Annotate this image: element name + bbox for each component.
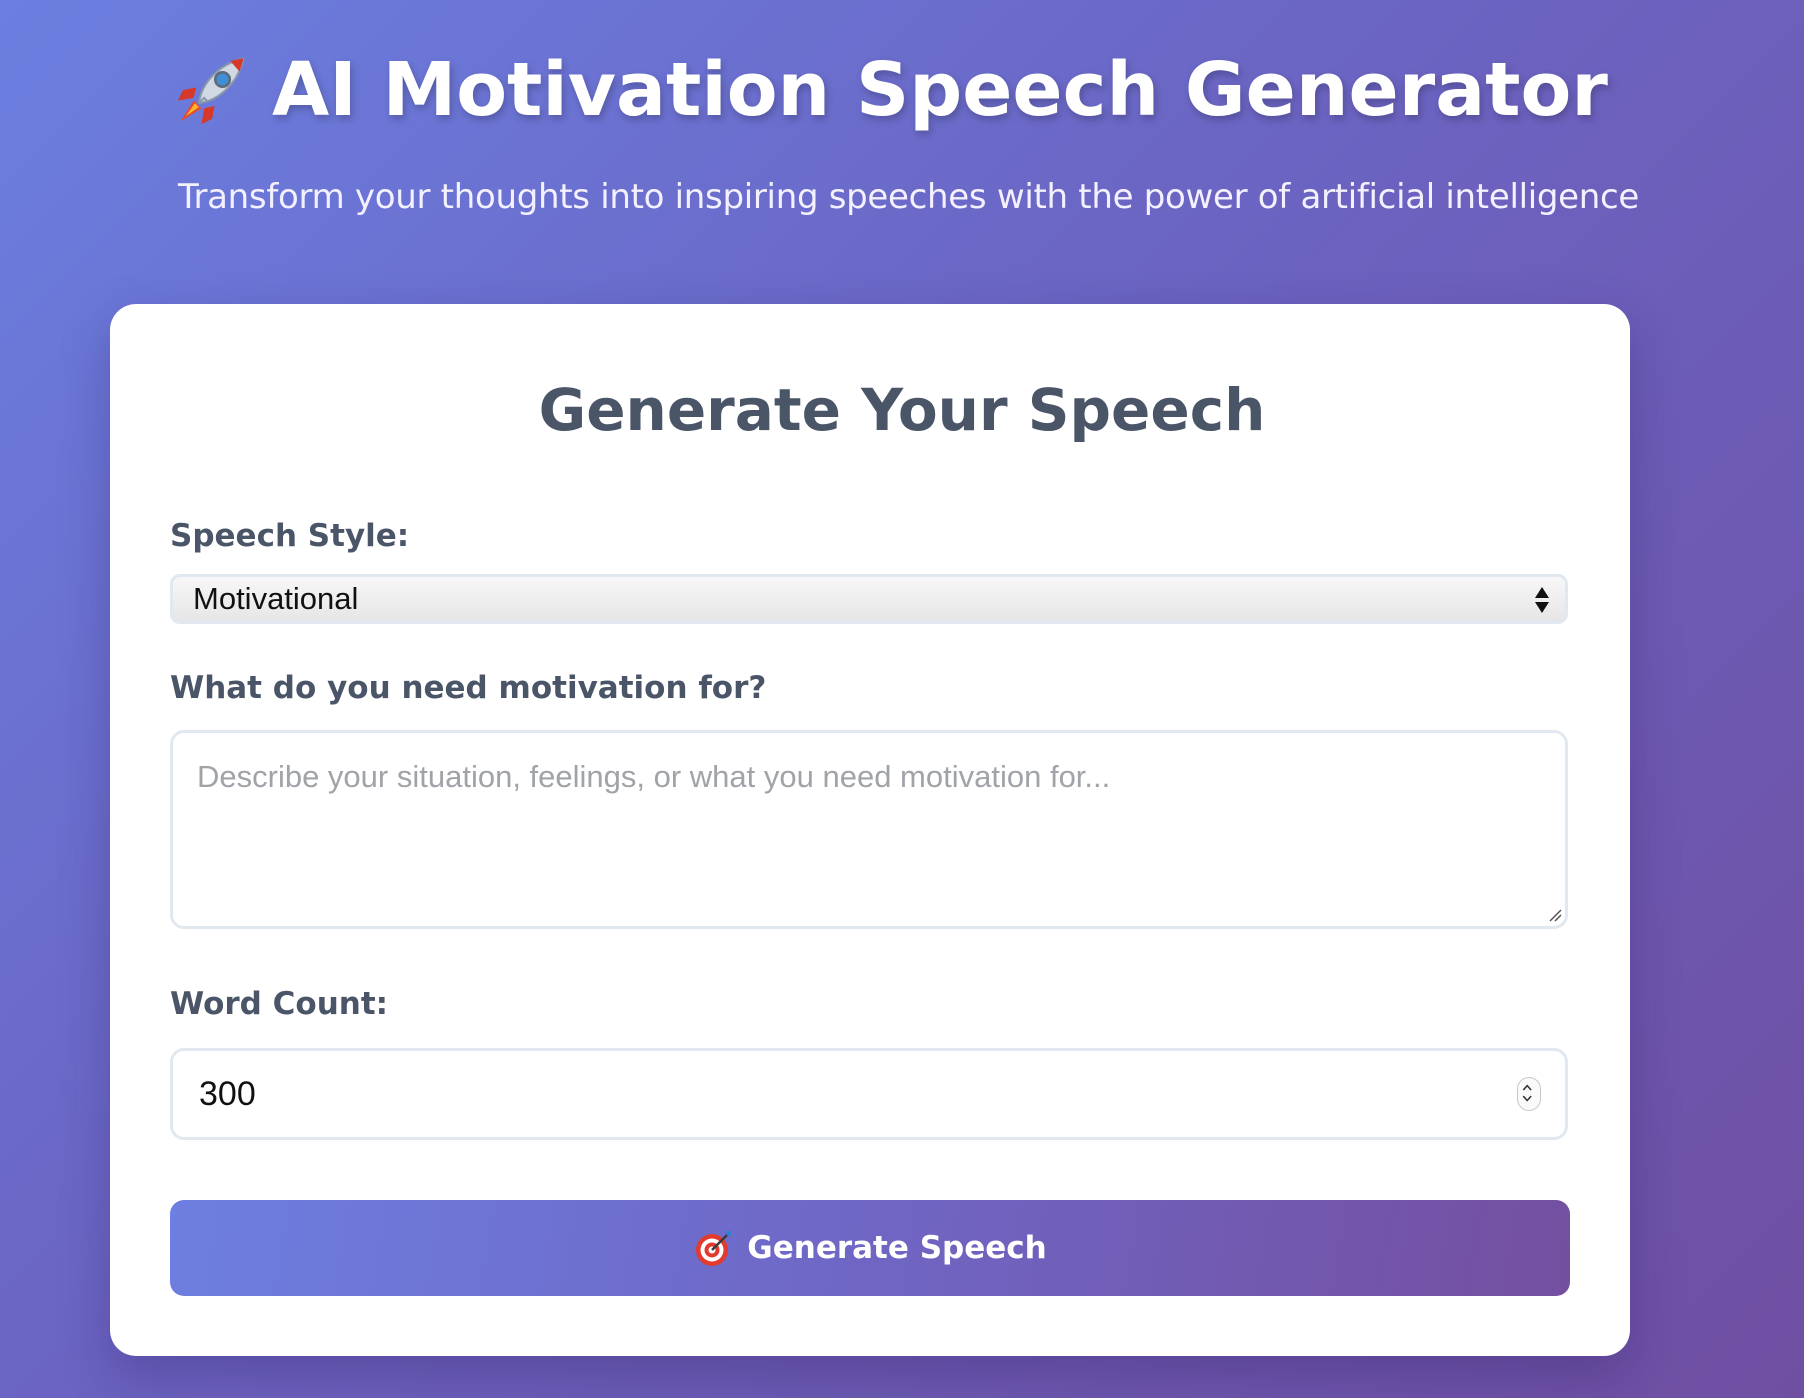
generate-speech-button[interactable]: Generate Speech	[170, 1200, 1570, 1296]
form-heading: Generate Your Speech	[538, 376, 1266, 444]
word-count-value: 300	[199, 1075, 256, 1113]
word-count-input[interactable]: 300	[170, 1048, 1568, 1140]
resize-grip-icon[interactable]	[1548, 908, 1562, 922]
select-arrows-icon	[1535, 587, 1549, 613]
stepper-chevrons-icon	[1522, 1084, 1532, 1102]
app-title: AI Motivation Speech Generator	[272, 47, 1608, 133]
dart-target-icon	[696, 1231, 732, 1266]
app-title-row: AI Motivation Speech Generator	[170, 42, 1608, 138]
page-header: AI Motivation Speech Generator Transform…	[0, 0, 1804, 300]
word-count-stepper[interactable]	[1517, 1077, 1541, 1111]
motivation-topic-input[interactable]	[170, 730, 1568, 929]
speech-style-label: Speech Style:	[170, 518, 410, 554]
rocket-icon	[177, 57, 245, 125]
speech-style-value: Motivational	[193, 581, 359, 616]
app-subtitle: Transform your thoughts into inspiring s…	[178, 177, 1640, 217]
speech-style-select[interactable]: Motivational	[170, 574, 1568, 624]
motivation-topic-label: What do you need motivation for?	[170, 670, 767, 706]
word-count-label: Word Count:	[170, 986, 389, 1022]
generate-speech-label: Generate Speech	[747, 1230, 1047, 1266]
